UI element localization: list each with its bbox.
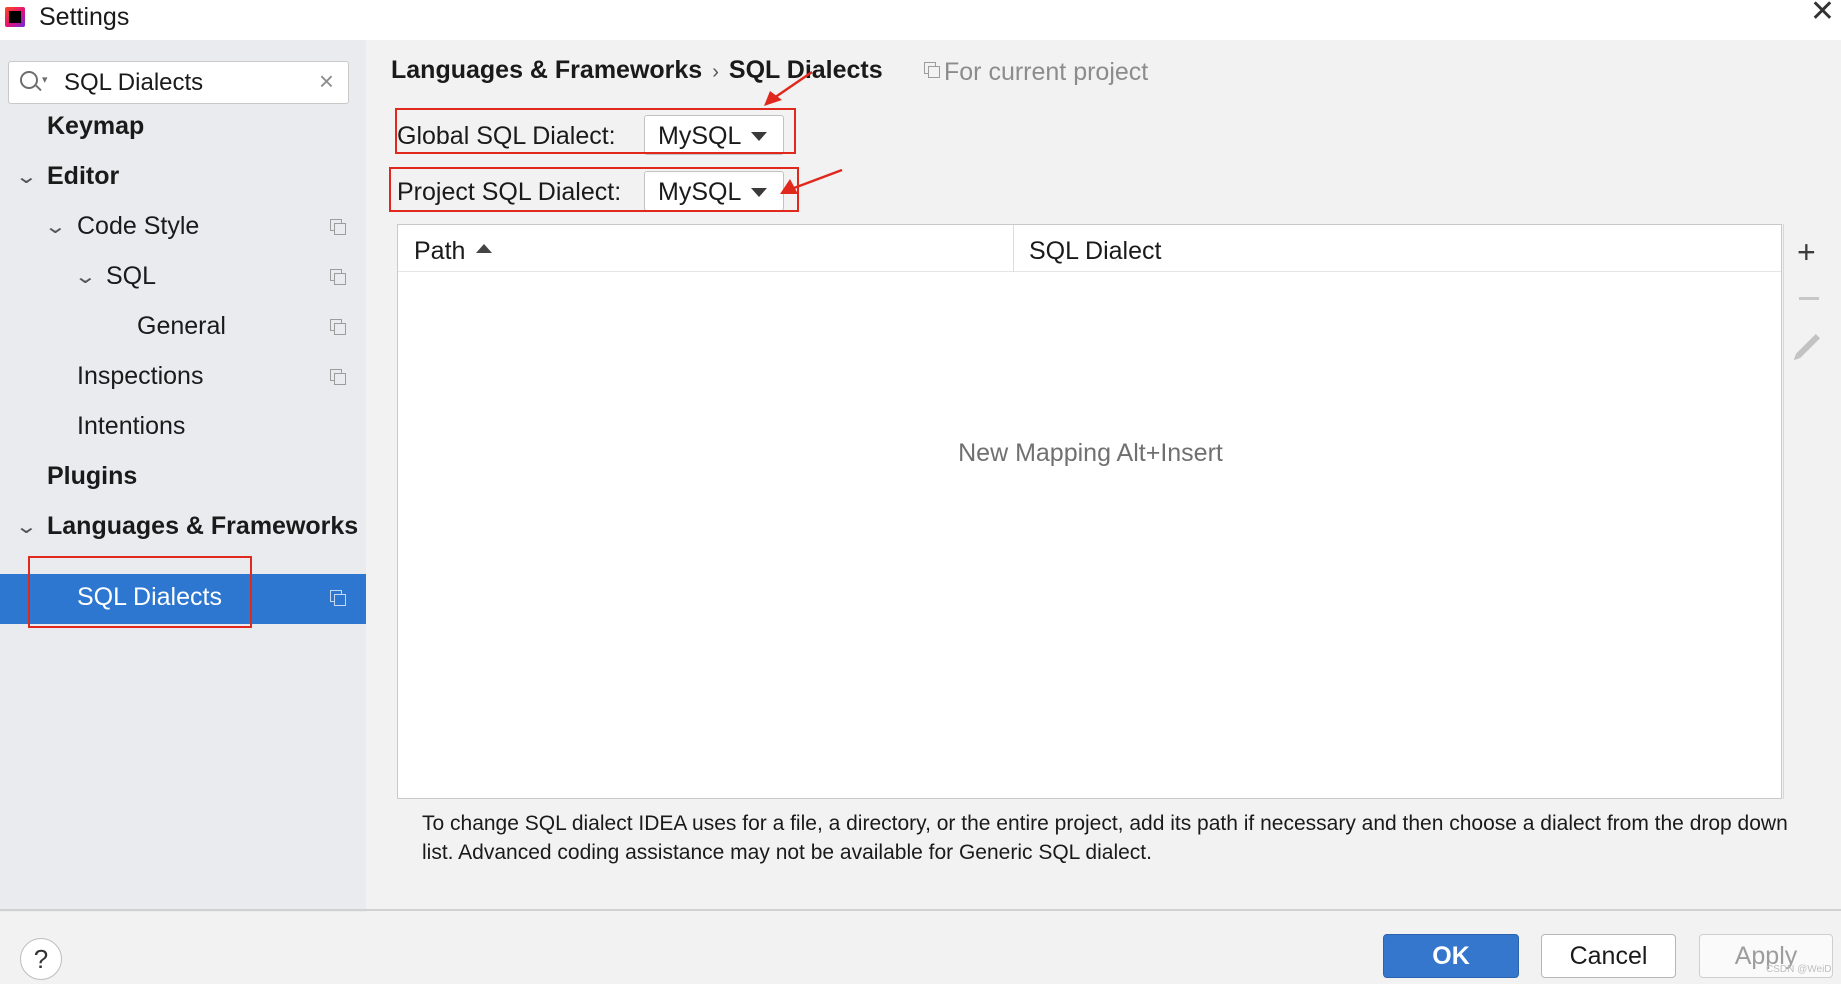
scope-note: For current project — [924, 58, 1148, 87]
sidebar-item-label: Plugins — [47, 462, 138, 490]
sidebar-item-label: Editor — [47, 162, 120, 190]
annotation-arrow-icon — [780, 168, 843, 194]
table-empty-text[interactable]: New Mapping Alt+Insert — [398, 439, 1783, 468]
project-scope-icon — [330, 369, 346, 385]
table-header: Path SQL Dialect — [398, 225, 1781, 272]
help-button[interactable]: ? — [20, 938, 62, 980]
column-header-sql-dialect[interactable]: SQL Dialect — [1029, 237, 1161, 266]
watermark: CSDN @WeiD — [1766, 964, 1832, 975]
minus-icon[interactable] — [1799, 297, 1819, 300]
table-toolbar: + — [1783, 224, 1833, 799]
help-description: To change SQL dialect IDEA uses for a fi… — [422, 812, 1788, 864]
plus-icon[interactable]: + — [1797, 236, 1816, 268]
breadcrumb: Languages & Frameworks › SQL Dialects — [391, 56, 883, 85]
global-dialect-select[interactable]: MySQL — [644, 115, 784, 155]
project-dialect-label: Project SQL Dialect: — [397, 178, 622, 206]
project-scope-icon — [330, 590, 346, 606]
footer-divider — [0, 909, 1841, 911]
global-dialect-label: Global SQL Dialect: — [397, 122, 616, 150]
column-header-path[interactable]: Path — [414, 237, 465, 266]
project-scope-icon — [924, 62, 940, 78]
sidebar-item-inspections[interactable]: Inspections — [0, 353, 366, 403]
project-scope-icon — [330, 219, 346, 235]
title-bar: Settings ✕ — [0, 0, 1841, 40]
chevron-down-icon[interactable]: ⌄ — [15, 514, 38, 539]
ok-button[interactable]: OK — [1383, 934, 1519, 978]
caret-down-icon — [751, 188, 767, 197]
sidebar-item-plugins[interactable]: Plugins — [0, 453, 366, 503]
sidebar-item-label: General — [137, 312, 226, 340]
chevron-down-icon[interactable]: ⌄ — [44, 214, 67, 239]
caret-down-icon — [751, 132, 767, 141]
breadcrumb-separator: › — [712, 61, 719, 83]
pencil-icon[interactable] — [1795, 333, 1821, 359]
intellij-logo-icon — [5, 7, 25, 27]
breadcrumb-current: SQL Dialects — [728, 56, 883, 84]
project-dialect-value: MySQL — [658, 178, 742, 206]
sidebar-item-intentions[interactable]: Intentions — [0, 403, 366, 453]
scope-note-text: For current project — [944, 58, 1149, 86]
sidebar-item-label: Code Style — [77, 212, 200, 240]
window-title: Settings — [39, 3, 130, 31]
search-history-dropdown-icon[interactable]: ▾ — [42, 73, 48, 86]
cancel-button[interactable]: Cancel — [1541, 934, 1676, 978]
clear-search-icon[interactable]: × — [319, 66, 334, 97]
search-icon — [20, 71, 38, 89]
sidebar-item-sql[interactable]: ⌄ SQL — [0, 253, 366, 303]
breadcrumb-parent[interactable]: Languages & Frameworks — [391, 56, 702, 84]
settings-sidebar: ▾ × Keymap ⌄ Editor ⌄ Code Style ⌄ SQL G… — [0, 40, 366, 912]
sidebar-item-editor[interactable]: ⌄ Editor — [0, 153, 366, 203]
global-dialect-value: MySQL — [658, 122, 742, 150]
chevron-down-icon[interactable]: ⌄ — [15, 164, 38, 189]
sidebar-item-label: Keymap — [47, 112, 145, 140]
sidebar-item-languages-frameworks[interactable]: ⌄ Languages & Frameworks — [0, 503, 366, 553]
sidebar-item-label: SQL — [106, 262, 157, 290]
project-dialect-select[interactable]: MySQL — [644, 171, 784, 211]
sidebar-item-sql-dialects[interactable]: SQL Dialects — [0, 574, 366, 624]
sidebar-item-code-style[interactable]: ⌄ Code Style — [0, 203, 366, 253]
settings-search[interactable]: ▾ × — [8, 61, 349, 104]
close-icon[interactable]: ✕ — [1810, 0, 1835, 29]
chevron-down-icon[interactable]: ⌄ — [74, 264, 97, 289]
project-scope-icon — [330, 319, 346, 335]
dialect-mapping-table[interactable]: Path SQL Dialect New Mapping Alt+Insert — [397, 224, 1782, 799]
column-divider[interactable] — [1013, 225, 1014, 272]
sidebar-item-keymap[interactable]: Keymap — [0, 103, 366, 153]
sidebar-item-label: SQL Dialects — [77, 583, 222, 611]
sidebar-item-label: Languages & Frameworks — [47, 512, 359, 540]
project-scope-icon — [330, 269, 346, 285]
sort-ascending-icon[interactable] — [476, 244, 492, 253]
search-input[interactable] — [64, 66, 304, 99]
sidebar-item-label: Inspections — [77, 362, 204, 390]
sidebar-item-general[interactable]: General — [0, 303, 366, 353]
sidebar-item-label: Intentions — [77, 412, 186, 440]
